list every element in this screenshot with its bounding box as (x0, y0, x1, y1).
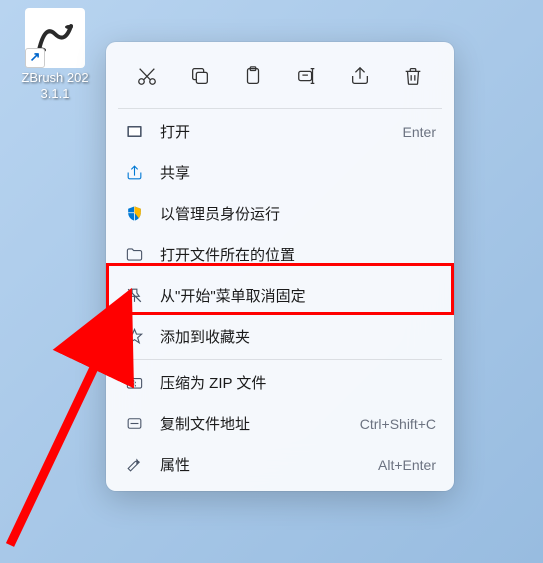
context-toolbar (112, 48, 448, 106)
menu-copy-path-shortcut: Ctrl+Shift+C (360, 416, 436, 432)
folder-icon (124, 245, 144, 265)
context-menu: 打开 Enter 共享 以管理员身份运行 打开文件所在的位置 从"开始"菜单取消… (106, 42, 454, 491)
wrench-icon (124, 455, 144, 475)
menu-share[interactable]: 共享 (112, 152, 448, 193)
menu-properties-label: 属性 (160, 454, 378, 475)
unpin-icon (124, 286, 144, 306)
menu-copy-path[interactable]: 复制文件地址 Ctrl+Shift+C (112, 403, 448, 444)
open-icon (124, 122, 144, 142)
menu-run-as-admin-label: 以管理员身份运行 (160, 203, 436, 224)
cut-button[interactable] (127, 58, 167, 94)
menu-compress-zip[interactable]: 压缩为 ZIP 文件 (112, 362, 448, 403)
menu-run-as-admin[interactable]: 以管理员身份运行 (112, 193, 448, 234)
menu-unpin-start[interactable]: 从"开始"菜单取消固定 (112, 275, 448, 316)
share-button[interactable] (340, 58, 380, 94)
share-icon (124, 163, 144, 183)
menu-open-label: 打开 (160, 121, 403, 142)
rename-button[interactable] (287, 58, 327, 94)
menu-open-shortcut: Enter (403, 124, 436, 140)
menu-open[interactable]: 打开 Enter (112, 111, 448, 152)
copy-button[interactable] (180, 58, 220, 94)
menu-properties-shortcut: Alt+Enter (378, 457, 436, 473)
zip-icon (124, 373, 144, 393)
menu-unpin-start-label: 从"开始"菜单取消固定 (160, 285, 436, 306)
copy-path-icon (124, 414, 144, 434)
menu-add-favorites-label: 添加到收藏夹 (160, 326, 436, 347)
menu-open-location-label: 打开文件所在的位置 (160, 244, 436, 265)
menu-open-location[interactable]: 打开文件所在的位置 (112, 234, 448, 275)
star-icon (124, 327, 144, 347)
menu-divider (118, 108, 442, 109)
menu-divider (118, 359, 442, 360)
menu-share-label: 共享 (160, 162, 436, 183)
desktop-icon-label: ZBrush 2023.1.1 (16, 70, 94, 103)
menu-add-favorites[interactable]: 添加到收藏夹 (112, 316, 448, 357)
desktop-shortcut-zbrush[interactable]: ZBrush 2023.1.1 (16, 8, 94, 103)
paste-button[interactable] (233, 58, 273, 94)
shortcut-overlay-icon (25, 48, 45, 68)
menu-compress-zip-label: 压缩为 ZIP 文件 (160, 372, 436, 393)
zbrush-icon (25, 8, 85, 68)
menu-copy-path-label: 复制文件地址 (160, 413, 360, 434)
shield-icon (124, 204, 144, 224)
menu-properties[interactable]: 属性 Alt+Enter (112, 444, 448, 485)
delete-button[interactable] (393, 58, 433, 94)
